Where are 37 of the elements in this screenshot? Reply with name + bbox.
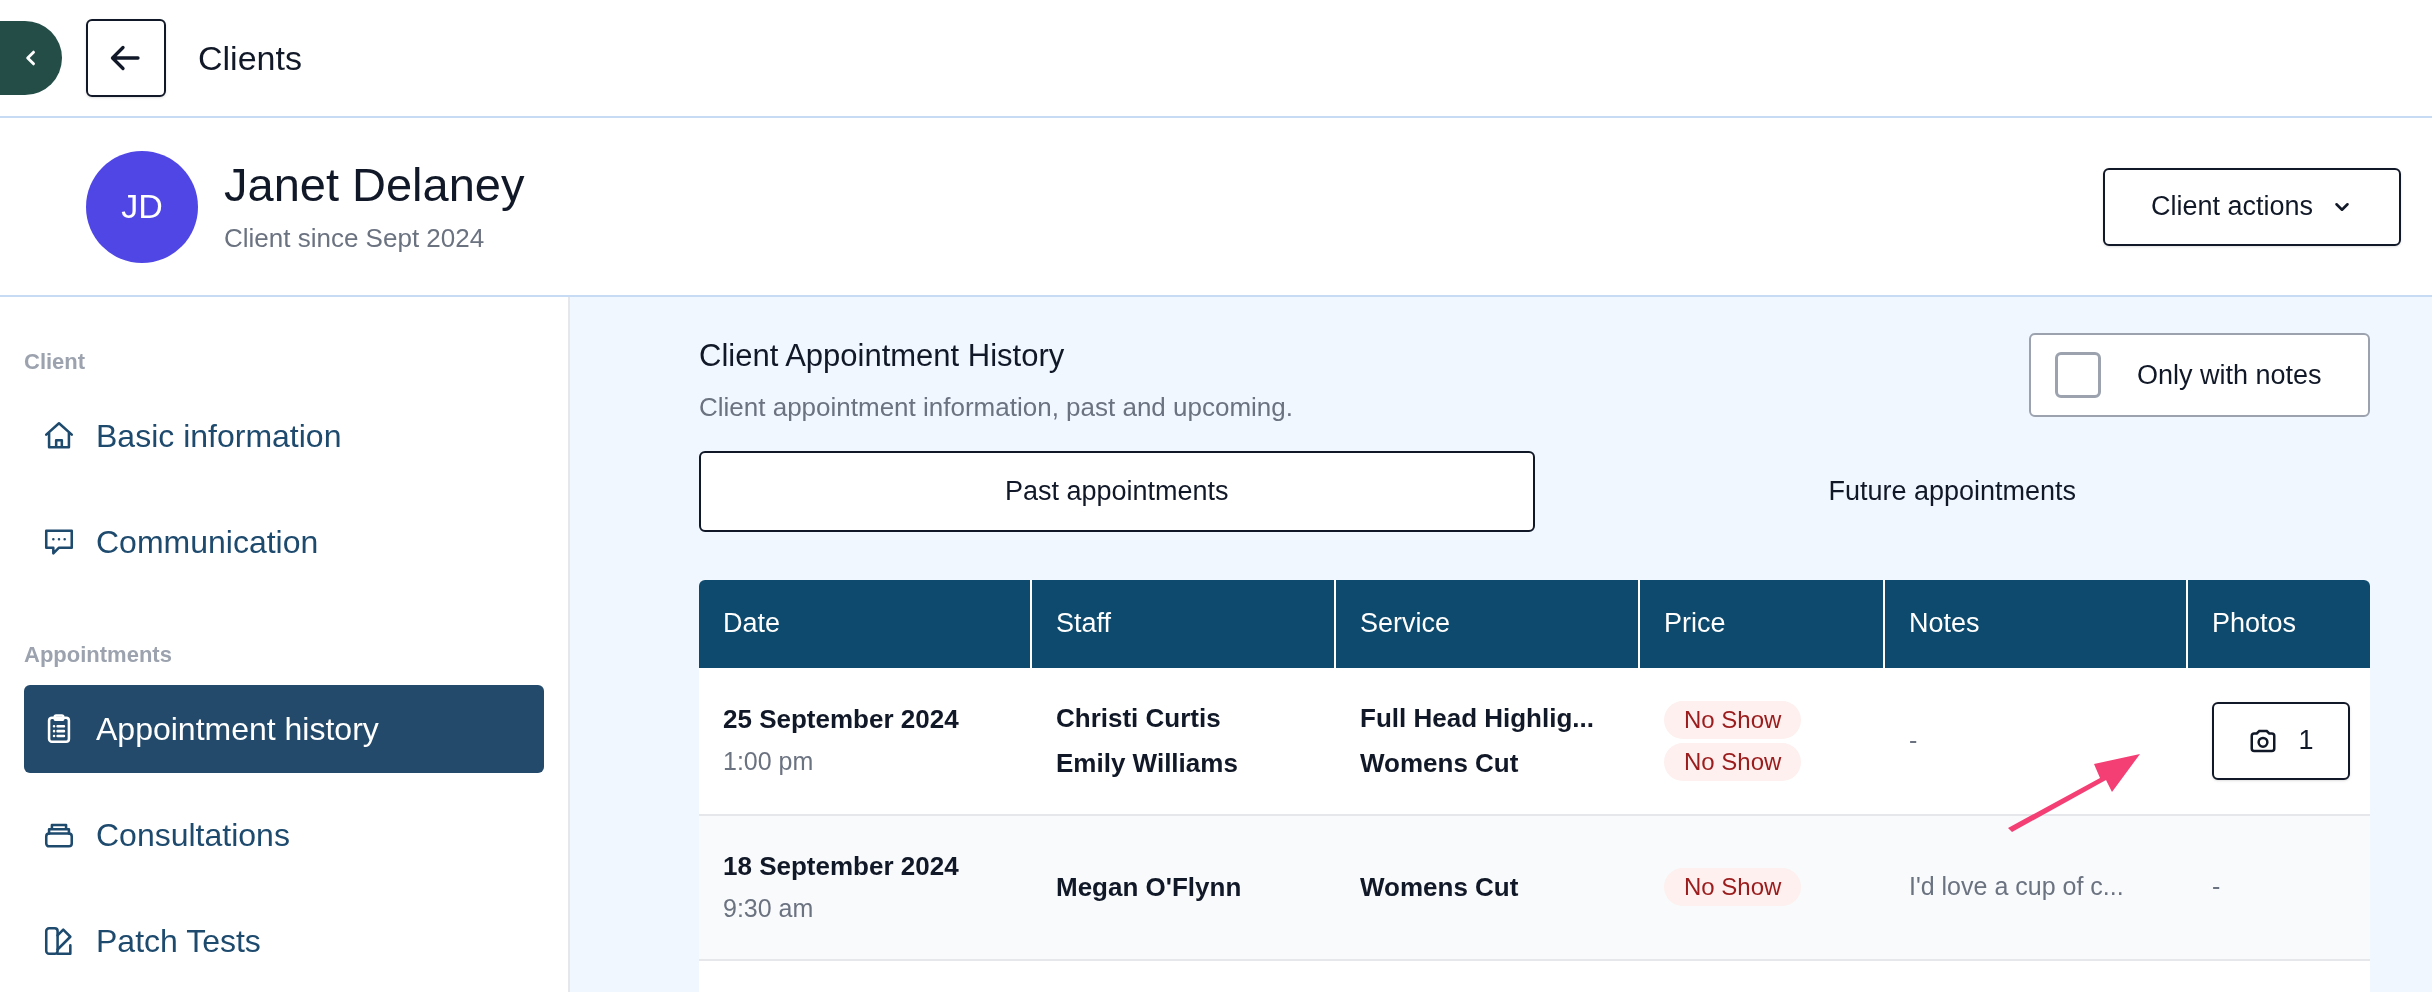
date-text: 25 September 2024 <box>723 703 960 737</box>
photos-button[interactable]: 1 <box>2212 701 2350 780</box>
client-name: Janet Delaney <box>224 157 525 213</box>
tab[interactable]: Past appointments <box>699 450 1535 532</box>
client-actions-button[interactable]: Client actions <box>2103 167 2401 246</box>
staff-name: Emily Williams <box>1056 746 1239 780</box>
section-title: Client Appointment History <box>699 337 1066 375</box>
sidebar-item[interactable]: Patch Tests <box>24 897 544 985</box>
section-subtitle: Client appointment information, past and upcoming. <box>699 390 1293 424</box>
photos-text: - <box>2212 871 2221 903</box>
sidebar-item[interactable]: Consultations <box>24 791 544 879</box>
avatar: JD <box>86 150 198 263</box>
notes-filter-checkbox[interactable]: Only with notes <box>2029 333 2370 417</box>
section-label: Client <box>24 348 87 376</box>
service-name: Womens Cut <box>1360 870 1520 904</box>
page-title: Clients <box>198 37 302 79</box>
service-name: Womens Cut <box>1360 746 1520 780</box>
sidebar-item[interactable]: Appointment history <box>24 685 544 773</box>
sidebar-item[interactable]: Basic information <box>24 392 544 480</box>
status-badge: No Show <box>1664 700 1802 739</box>
column-header: Photos <box>2211 607 2298 641</box>
staff-name: Christi Curtis <box>1056 701 1222 735</box>
back-button[interactable] <box>86 19 166 97</box>
client-since: Client since Sept 2024 <box>224 222 486 255</box>
staff-name: Megan O'Flynn <box>1056 870 1243 904</box>
status-badge: No Show <box>1664 742 1802 781</box>
notes-text: I'd love a cup of c... <box>1909 871 2124 903</box>
tab[interactable]: Future appointments <box>1534 450 2370 532</box>
notes-text: - <box>1909 724 1918 756</box>
date-text: 18 September 2024 <box>723 849 960 883</box>
time-text: 9:30 am <box>723 892 815 924</box>
sidebar-item[interactable]: Communication <box>24 498 544 586</box>
time-text: 1:00 pm <box>723 746 815 778</box>
collapse-button[interactable] <box>0 21 62 95</box>
section-label: Appointments <box>24 641 173 669</box>
service-name: Full Head Highlig... <box>1360 701 1595 735</box>
status-badge: No Show <box>1664 868 1802 906</box>
